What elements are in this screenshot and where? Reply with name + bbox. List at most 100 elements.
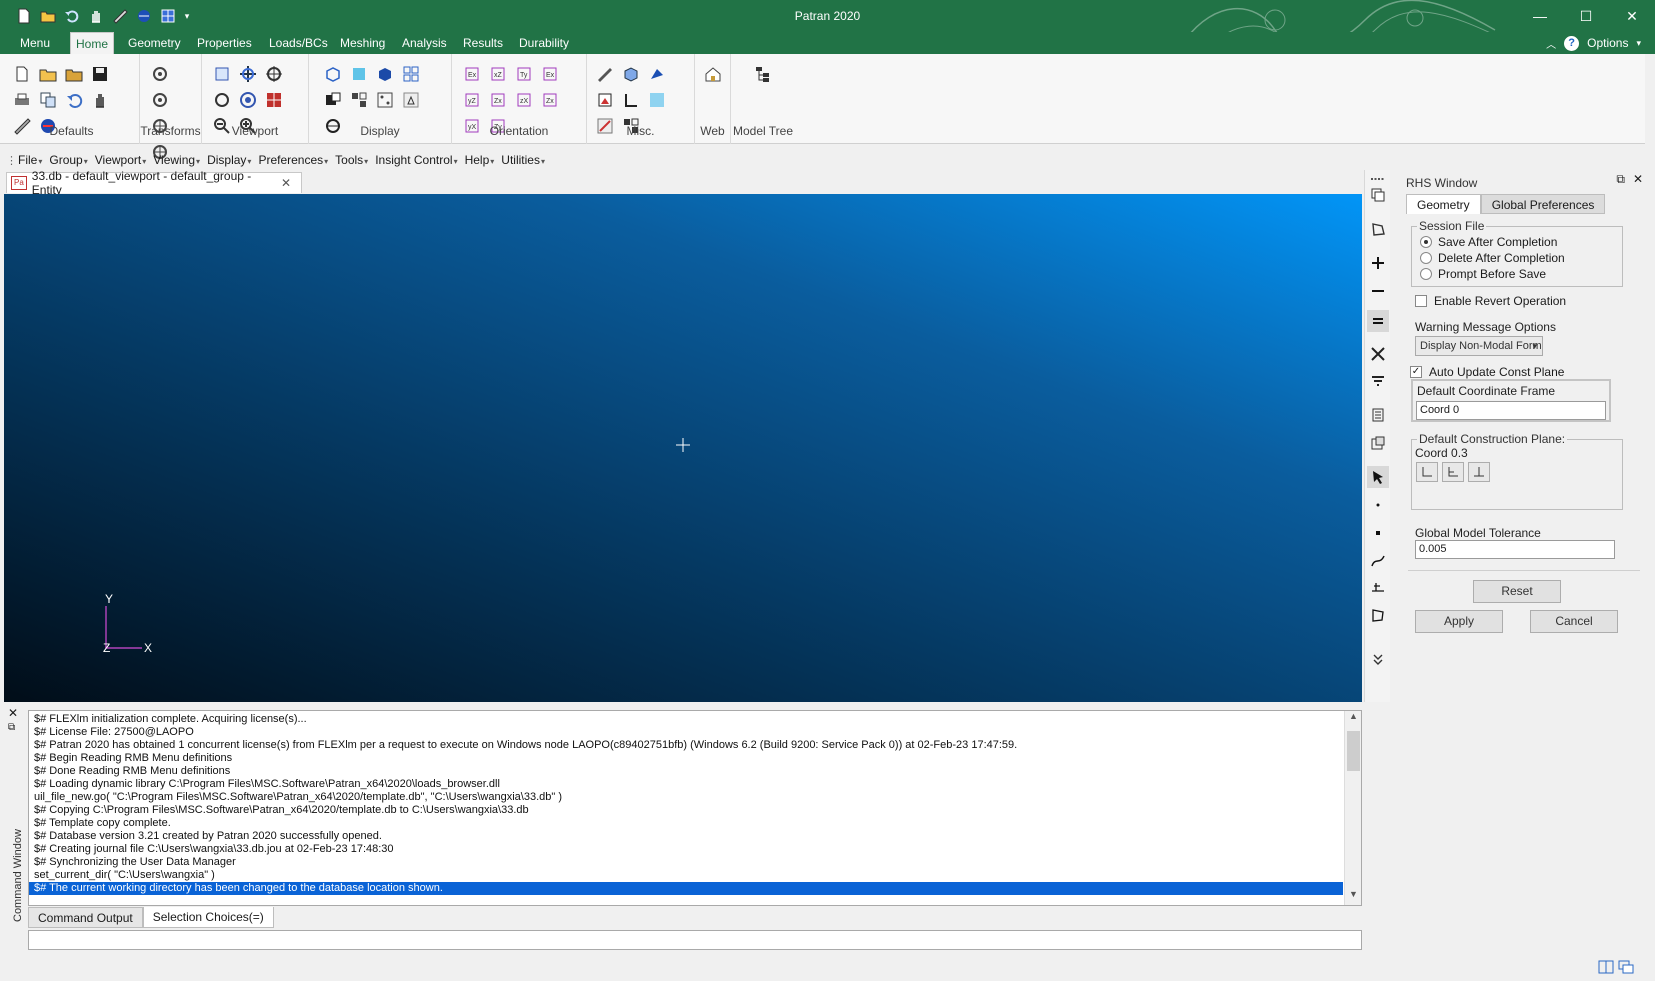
radio-indicator[interactable] (1420, 236, 1432, 248)
maximize-button[interactable]: ☐ (1563, 0, 1609, 32)
menu-viewing[interactable]: Viewing (153, 153, 200, 167)
undock-icon[interactable]: ⧉ (1616, 172, 1625, 187)
menu-display[interactable]: Display (207, 153, 251, 167)
triangle-icon[interactable] (401, 90, 421, 110)
node-select-icon[interactable] (1369, 524, 1387, 542)
enable-revert-checkbox[interactable]: Enable Revert Operation (1415, 294, 1566, 308)
filter-icon[interactable] (1369, 373, 1387, 391)
layout-split-icon[interactable] (1598, 960, 1614, 974)
menu-utilities[interactable]: Utilities (501, 153, 545, 167)
curve-select-icon[interactable] (1369, 552, 1387, 570)
add-icon[interactable] (1369, 254, 1387, 272)
menu-group[interactable]: Group (49, 153, 87, 167)
rotate-icon[interactable] (150, 64, 170, 84)
command-input[interactable] (28, 930, 1362, 950)
radio-prompt-before-save[interactable]: Prompt Before Save (1420, 267, 1546, 281)
close-tab-icon[interactable]: ✕ (281, 176, 291, 190)
plane-yz-icon[interactable] (1442, 462, 1464, 482)
minimize-button[interactable]: — (1517, 0, 1563, 32)
cancel-button[interactable]: Cancel (1530, 610, 1618, 633)
tab-results[interactable]: Results (459, 32, 507, 54)
list-move-icon[interactable] (1369, 406, 1387, 424)
tree-icon[interactable] (753, 64, 773, 84)
open-icon[interactable] (38, 64, 58, 84)
new-icon[interactable] (12, 64, 32, 84)
tools-icon[interactable] (1369, 345, 1387, 363)
node-display-icon[interactable] (375, 90, 395, 110)
pencil-icon[interactable] (595, 64, 615, 84)
view-right-icon[interactable]: Zx (488, 90, 508, 110)
radio-indicator[interactable] (1420, 268, 1432, 280)
close-button[interactable]: ✕ (1609, 0, 1655, 32)
tab-loads-bcs[interactable]: Loads/BCs (265, 32, 332, 54)
center-view-icon[interactable] (264, 64, 284, 84)
menu-viewport[interactable]: Viewport (95, 153, 147, 167)
home-icon[interactable] (703, 64, 722, 84)
replace-icon[interactable] (1367, 310, 1389, 332)
warning-message-dropdown[interactable]: Display Non-Modal Form (1415, 336, 1543, 356)
fit-view-icon[interactable] (212, 64, 232, 84)
coord-icon[interactable] (621, 90, 641, 110)
menu-preferences[interactable]: Preferences (258, 153, 328, 167)
apply-button[interactable]: Apply (1415, 610, 1503, 633)
options-dropdown-icon[interactable]: ▾ (1636, 38, 1641, 49)
surface-select-icon[interactable] (1369, 606, 1387, 624)
scroll-thumb[interactable] (1347, 731, 1360, 771)
plane-zx-icon[interactable] (1468, 462, 1490, 482)
checkbox-box[interactable]: ✓ (1410, 366, 1422, 378)
log-line-selected[interactable]: $# The current working directory has bee… (29, 882, 1343, 895)
flag-icon[interactable] (647, 64, 667, 84)
scroll-up-icon[interactable]: ▲ (1345, 711, 1361, 727)
shaded-icon[interactable] (375, 64, 395, 84)
reset-button[interactable]: Reset (1473, 580, 1561, 603)
remove-icon[interactable] (1369, 282, 1387, 300)
tab-menu[interactable]: Menu (8, 32, 62, 54)
tab-command-output[interactable]: Command Output (28, 907, 143, 928)
rotate-alt-icon[interactable] (150, 90, 170, 110)
tab-geometry[interactable]: Geometry (124, 32, 185, 54)
toolbar-grip-icon[interactable]: ⋮ (6, 154, 17, 167)
graphics-viewport[interactable]: Y Z X (4, 194, 1362, 702)
element-display-icon[interactable] (349, 90, 369, 110)
view-bottom-icon[interactable]: Ex (540, 64, 560, 84)
tolerance-input[interactable]: 0.005 (1415, 540, 1615, 559)
zoom-box-icon[interactable] (238, 64, 258, 84)
tab-home[interactable]: Home (70, 32, 114, 54)
save-icon[interactable] (90, 64, 110, 84)
hidden-line-icon[interactable] (349, 64, 369, 84)
list-copy-icon[interactable] (1369, 434, 1387, 452)
copy-view-icon[interactable] (1369, 186, 1387, 204)
view-left-icon[interactable]: yZ (462, 90, 482, 110)
tab-meshing[interactable]: Meshing (336, 32, 389, 54)
hand-icon[interactable] (90, 90, 110, 110)
radio-save-after-completion[interactable]: Save After Completion (1420, 235, 1557, 249)
display-props-icon[interactable] (323, 90, 343, 110)
label-icon[interactable] (621, 64, 641, 84)
rhs-close-icon[interactable]: ✕ (1633, 172, 1643, 187)
menu-tools[interactable]: Tools (335, 153, 368, 167)
view-back-icon[interactable]: xZ (488, 64, 508, 84)
view-top-icon[interactable]: Ty (514, 64, 534, 84)
target-icon[interactable] (238, 90, 258, 110)
multi-view-icon[interactable] (401, 64, 421, 84)
menu-insight-control[interactable]: Insight Control (375, 153, 457, 167)
radio-delete-after-completion[interactable]: Delete After Completion (1420, 251, 1565, 265)
tab-durability[interactable]: Durability (515, 32, 573, 54)
layout-cascade-icon[interactable] (1618, 960, 1634, 974)
viewport-tab[interactable]: Pa 33.db - default_viewport - default_gr… (6, 169, 302, 197)
pointer-select-icon[interactable] (1367, 466, 1389, 488)
command-undock-icon[interactable]: ⧉ (8, 722, 15, 733)
rotate-view-icon[interactable] (212, 90, 232, 110)
print-icon[interactable] (12, 90, 32, 110)
rhs-tab-global-preferences[interactable]: Global Preferences (1480, 194, 1606, 214)
rhs-tab-geometry[interactable]: Geometry (1406, 194, 1481, 214)
checkbox-box[interactable] (1415, 295, 1427, 307)
menu-help[interactable]: Help (465, 153, 495, 167)
edge-select-icon[interactable] (1369, 578, 1387, 596)
options-menu[interactable]: Options (1587, 36, 1628, 50)
lasso-select-icon[interactable] (1369, 220, 1387, 238)
log-scrollbar[interactable]: ▲ ▼ (1344, 711, 1361, 905)
scroll-down-icon[interactable]: ▼ (1345, 889, 1361, 905)
view-iso2-icon[interactable]: Zx (540, 90, 560, 110)
plane-xy-icon[interactable] (1416, 462, 1438, 482)
